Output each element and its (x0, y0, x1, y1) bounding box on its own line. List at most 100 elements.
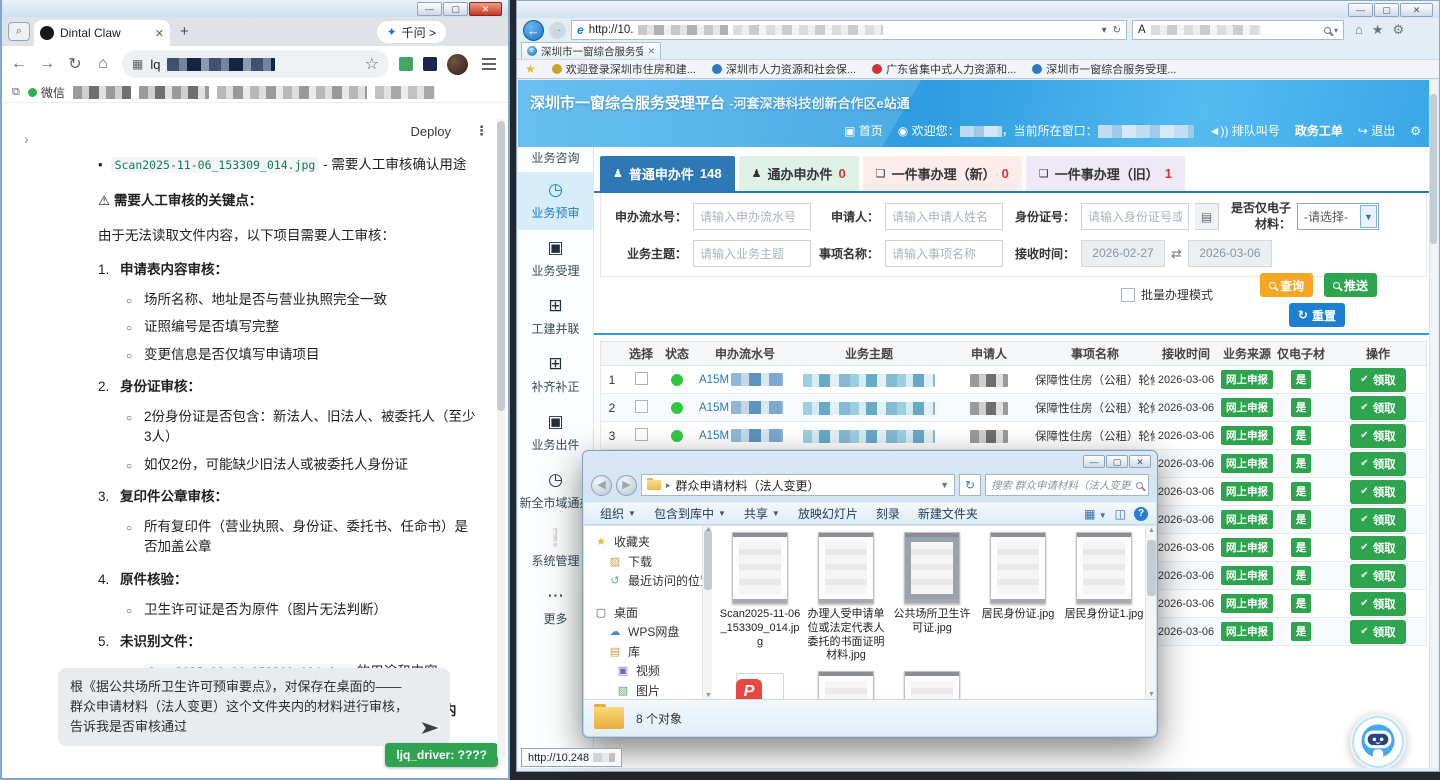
close-button[interactable]: ✕ (1129, 455, 1151, 468)
grid-icon[interactable]: ▦ (132, 57, 143, 71)
tab-close-icon[interactable]: ✕ (647, 46, 655, 57)
file-item[interactable]: 公共场所卫生许可证.jpg (890, 532, 974, 663)
back-icon[interactable]: ◀ (591, 475, 612, 496)
page-scrollbar[interactable] (1429, 80, 1438, 768)
maximize-button[interactable]: ▢ (1374, 3, 1399, 17)
preview-pane-icon[interactable]: ◫ (1115, 507, 1126, 521)
portal-tab-3[interactable]: ❏一件事办理（新）0 (863, 156, 1022, 191)
search-icon[interactable] (1136, 482, 1143, 489)
favorites-icon[interactable]: ★ (1372, 22, 1384, 38)
help-icon[interactable]: ? (1134, 507, 1148, 521)
minimize-button[interactable]: — (1083, 455, 1105, 468)
search-icon[interactable] (1324, 27, 1331, 34)
bookmark-wechat[interactable]: 微信 (28, 84, 65, 101)
claim-button[interactable]: ✔领取 (1350, 564, 1405, 588)
sidebar-item-5[interactable]: ⊞补齐补正 (518, 346, 593, 404)
search-dropdown-icon[interactable]: ▾ (1334, 26, 1338, 35)
more-menu-icon[interactable]: ⋮ (475, 123, 488, 139)
toolbar-4[interactable]: 放映幻灯片 (790, 505, 866, 522)
chat-input[interactable]: 根《据公共场所卫生许可预审要点》，对保存在桌面的——群众申请材料（法人变更）这个… (58, 668, 450, 746)
ie-address-bar[interactable]: e http://10. ▾↻ (571, 20, 1127, 40)
favorite-link-4[interactable]: 深圳市一窗综合服务受理... (1032, 61, 1176, 77)
portal-tab-2[interactable]: ♟通办申办件0 (739, 156, 859, 191)
serial-input[interactable] (693, 203, 811, 230)
favorite-link-3[interactable]: 广东省集中式人力资源和... (872, 61, 1016, 77)
only-electronic-select[interactable]: -请选择- ▼ (1297, 203, 1379, 230)
applicant-input[interactable] (885, 203, 1003, 230)
scroll-down-icon[interactable]: ▼ (705, 692, 712, 699)
date-to-input[interactable]: 2026-03-06 (1188, 240, 1272, 267)
query-button[interactable]: 查询 (1260, 273, 1313, 297)
sidebar-item-4[interactable]: ⊞工建并联 (518, 288, 593, 346)
address-dropdown-icon[interactable]: ▾ (1102, 25, 1107, 36)
favorite-link-1[interactable]: 欢迎登录深圳市住房和建... (552, 61, 696, 77)
nav-item-5[interactable]: ☁WPS网盘 (594, 622, 702, 642)
toolbar-1[interactable]: 组织▼ (592, 505, 644, 522)
browser-menu-icon[interactable] (482, 63, 496, 65)
toolbar-6[interactable]: 新建文件夹 (910, 505, 986, 522)
claim-button[interactable]: ✔领取 (1350, 452, 1405, 476)
chat-robot-button[interactable] (1349, 713, 1407, 768)
scroll-down-icon[interactable]: ▼ (1148, 691, 1155, 698)
forward-icon[interactable]: → (38, 55, 56, 73)
file-item[interactable]: 居民身份证.jpg (976, 532, 1060, 663)
file-item[interactable]: Scan2025-11-06_153309_014.jpg (718, 532, 802, 663)
header-gear-icon[interactable]: ⚙ (1410, 124, 1421, 138)
left-window-titlebar[interactable]: — ▢ ✕ (2, 0, 508, 17)
back-icon[interactable]: ← (10, 55, 28, 73)
nav-work-order[interactable]: 政务工单 (1295, 122, 1343, 139)
minimize-button[interactable]: — (1348, 3, 1373, 17)
row-checkbox[interactable] (635, 400, 648, 413)
scroll-up-icon[interactable]: ▲ (1148, 527, 1155, 534)
content-scrollbar-thumb[interactable] (497, 121, 505, 411)
file-item[interactable]: 办理人受申请单位或法定代表人委托的书面证明材料.jpg (804, 532, 888, 663)
file-item[interactable] (804, 671, 888, 699)
refresh-button[interactable]: ↻ (959, 474, 981, 496)
claim-button[interactable]: ✔领取 (1350, 424, 1405, 448)
item-input[interactable] (885, 240, 1003, 267)
toolbar-2[interactable]: 包含到库中▼ (646, 505, 734, 522)
deploy-button[interactable]: Deploy (411, 124, 451, 139)
minimize-button[interactable]: — (417, 2, 442, 16)
row-checkbox[interactable] (635, 428, 648, 441)
back-icon[interactable]: ← (523, 20, 544, 41)
nav-queue-call[interactable]: ◄)) 排队叫号 (1209, 122, 1280, 139)
home-icon[interactable]: ⌂ (1355, 22, 1363, 38)
maximize-button[interactable]: ▢ (443, 2, 468, 16)
browser-tab[interactable]: Dintal Claw ✕ (34, 20, 170, 46)
new-tab-button[interactable]: + (180, 25, 189, 39)
files-scrollbar[interactable]: ▲ ▼ (1145, 526, 1156, 699)
profile-avatar[interactable] (447, 54, 468, 75)
collapse-chevron-icon[interactable]: › (24, 131, 29, 147)
tab-search-icon[interactable]: ⌕ (8, 22, 30, 41)
claim-button[interactable]: ✔领取 (1350, 536, 1405, 560)
refresh-icon[interactable]: ↻ (1113, 25, 1121, 36)
portal-tab-4[interactable]: ❏一件事办理（旧）1 (1026, 156, 1185, 191)
send-icon[interactable] (420, 720, 440, 736)
nav-item-7[interactable]: ▣视频 (594, 661, 702, 681)
subject-input[interactable] (693, 240, 811, 267)
toolbar-3[interactable]: 共享▼ (736, 505, 788, 522)
nav-home[interactable]: ▣ 首页 (844, 122, 883, 139)
scroll-up-icon[interactable]: ▲ (705, 526, 712, 533)
nav-item-1[interactable]: ★收藏夹 (594, 532, 702, 552)
navy-extension-icon[interactable] (423, 57, 437, 71)
maximize-button[interactable]: ▢ (1106, 455, 1128, 468)
favorite-link-2[interactable]: 深圳市人力资源和社会保... (712, 61, 856, 77)
settings-gear-icon[interactable]: ⚙ (1393, 22, 1405, 38)
address-bar[interactable]: ▦ lq ☆ (122, 50, 389, 78)
file-item[interactable] (890, 671, 974, 699)
claim-button[interactable]: ✔领取 (1350, 620, 1405, 644)
idcard-reader-button[interactable]: ▤ (1195, 203, 1219, 230)
reload-icon[interactable]: ↻ (66, 54, 84, 74)
file-item[interactable]: PPDF (718, 671, 802, 699)
explorer-search-box[interactable]: 搜索 群众申请材料（法人变更） (985, 474, 1149, 496)
row-checkbox[interactable] (635, 372, 648, 385)
close-button[interactable]: ✕ (1400, 3, 1433, 17)
nav-item-8[interactable]: ▨图片 (594, 681, 702, 700)
ie-titlebar[interactable]: — ▢ ✕ (517, 1, 1439, 18)
breadcrumb-dropdown-icon[interactable]: ▼ (940, 480, 949, 490)
file-item[interactable]: 居民身份证1.jpg (1062, 532, 1146, 663)
qianwen-button[interactable]: ✦ 千问 > (377, 21, 446, 43)
reset-button[interactable]: ↻重置 (1289, 303, 1345, 327)
